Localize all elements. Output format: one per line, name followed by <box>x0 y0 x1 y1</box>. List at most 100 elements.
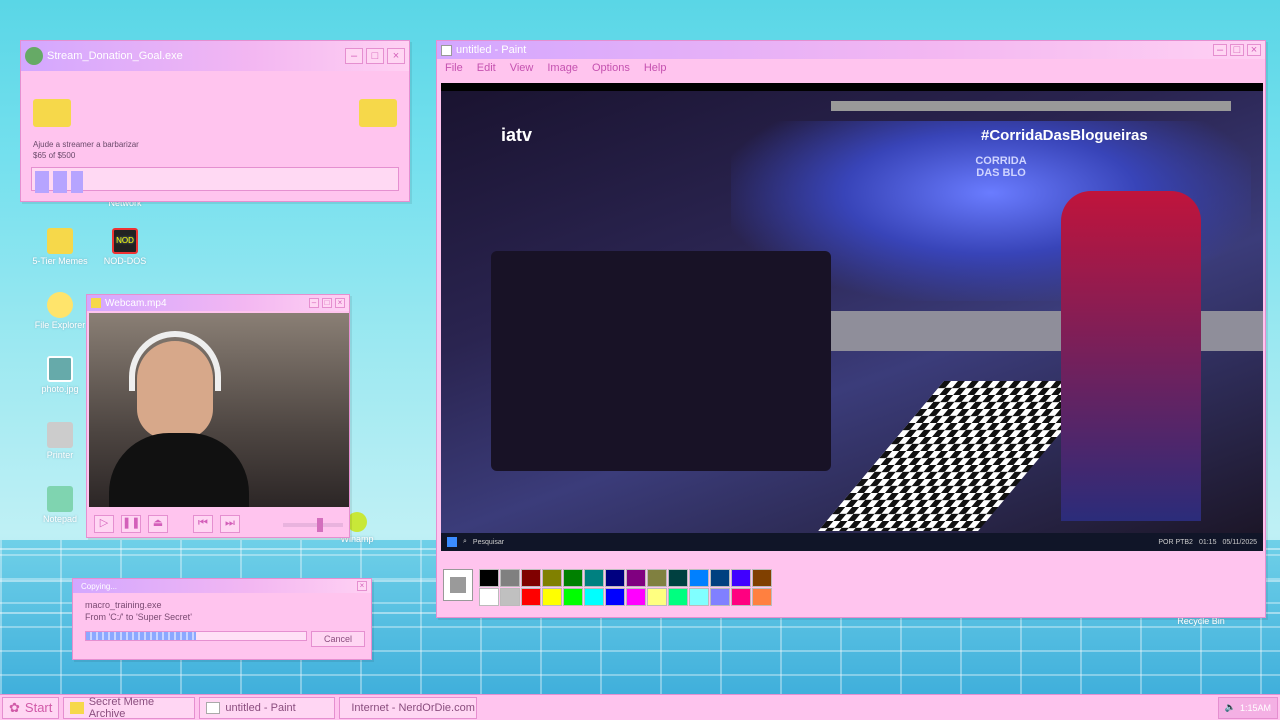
task-label: Secret Meme Archive <box>88 695 155 720</box>
inner-taskbar: ⌕ Pesquisar POR PTB2 01:15 05/11/2025 <box>441 533 1263 551</box>
palette-color-swatch[interactable] <box>689 588 709 606</box>
selected-color-swatch[interactable] <box>443 569 473 601</box>
eject-button[interactable]: ⏏ <box>148 515 168 533</box>
task-label: untitled - Paint <box>225 701 296 714</box>
windows-logo-icon: ✿ <box>9 699 20 715</box>
desktop-icon-label: Notepad <box>42 514 78 524</box>
photo-icon <box>47 356 73 382</box>
palette-color-swatch[interactable] <box>563 569 583 587</box>
paint-canvas[interactable]: iatv #CorridaDasBlogueiras CORRIDA DAS B… <box>441 83 1263 551</box>
next-button[interactable]: ⏭ <box>220 515 240 533</box>
palette-color-swatch[interactable] <box>626 569 646 587</box>
judges-table <box>491 251 831 471</box>
palette-color-swatch[interactable] <box>626 588 646 606</box>
minimize-button[interactable]: – <box>345 48 363 64</box>
palette-color-swatch[interactable] <box>500 569 520 587</box>
menu-view[interactable]: View <box>510 62 534 76</box>
paint-menubar: File Edit View Image Options Help <box>437 59 1265 79</box>
task-secret-meme-archive[interactable]: Secret Meme Archive <box>63 695 196 720</box>
menu-options[interactable]: Options <box>592 62 630 76</box>
close-button[interactable]: × <box>335 298 345 308</box>
desktop-icon-notepad[interactable]: Notepad <box>25 486 95 524</box>
palette-color-swatch[interactable] <box>479 588 499 606</box>
paint-window: untitled - Paint – □ × File Edit View Im… <box>436 40 1266 618</box>
volume-slider[interactable] <box>283 518 343 532</box>
palette-color-swatch[interactable] <box>689 569 709 587</box>
palette-color-swatch[interactable] <box>752 588 772 606</box>
palette-color-swatch[interactable] <box>605 588 625 606</box>
open-folder-icon <box>359 99 397 127</box>
cancel-button[interactable]: Cancel <box>311 631 365 647</box>
maximize-button[interactable]: □ <box>1230 44 1244 56</box>
headphones <box>129 331 221 391</box>
palette-color-swatch[interactable] <box>584 569 604 587</box>
palette-color-swatch[interactable] <box>500 588 520 606</box>
donation-window: Stream_Donation_Goal.exe – □ × Ajude a s… <box>20 40 410 202</box>
paint-titlebar: untitled - Paint – □ × <box>437 41 1265 59</box>
palette-color-swatch[interactable] <box>521 569 541 587</box>
task-internet[interactable]: Internet - NerdOrDie.com <box>339 696 478 719</box>
minimize-button[interactable]: – <box>309 298 319 308</box>
pause-button[interactable]: ❚❚ <box>121 515 141 533</box>
webcam-video <box>89 313 349 507</box>
stream-frame: iatv #CorridaDasBlogueiras CORRIDA DAS B… <box>441 91 1263 533</box>
palette-color-swatch[interactable] <box>731 569 751 587</box>
palette-color-swatch[interactable] <box>752 569 772 587</box>
palette-color-swatch[interactable] <box>584 588 604 606</box>
stream-hashtag: #CorridaDasBlogueiras <box>981 127 1148 144</box>
menu-file[interactable]: File <box>445 62 463 76</box>
minimize-button[interactable]: – <box>1213 44 1227 56</box>
start-button[interactable]: ✿ Start <box>2 696 60 719</box>
maximize-button[interactable]: □ <box>322 298 332 308</box>
desktop-icon-printer[interactable]: Printer <box>25 422 95 460</box>
palette-color-swatch[interactable] <box>668 569 688 587</box>
desktop-icon-label: Printer <box>46 450 74 460</box>
window-title: Copying... <box>81 581 118 591</box>
palette-color-swatch[interactable] <box>563 588 583 606</box>
taskbar: ✿ Start Secret Meme Archive untitled - P… <box>0 694 1280 720</box>
play-button[interactable]: ▷ <box>94 515 114 533</box>
desktop-icon-photo[interactable]: photo.jpg <box>25 356 95 394</box>
close-button[interactable]: × <box>387 48 405 64</box>
menu-edit[interactable]: Edit <box>477 62 496 76</box>
menu-image[interactable]: Image <box>547 62 578 76</box>
palette-color-swatch[interactable] <box>647 588 667 606</box>
desktop-icon-memes[interactable]: 5-Tier Memes <box>25 228 95 266</box>
donation-amount: $65 of $500 <box>33 151 76 160</box>
media-controls: ▷ ❚❚ ⏏ ⏮ ⏭ <box>91 515 240 533</box>
close-button[interactable]: × <box>1247 44 1261 56</box>
speaker-icon[interactable]: 🔈 <box>1225 702 1236 713</box>
palette-color-swatch[interactable] <box>521 588 541 606</box>
webcam-window: Webcam.mp4 – □ × ▷ ❚❚ ⏏ ⏮ ⏭ <box>86 294 350 538</box>
palette-color-swatch[interactable] <box>710 588 730 606</box>
palette-color-swatch[interactable] <box>668 588 688 606</box>
tray-clock: 1:15AM <box>1239 702 1271 713</box>
palette-color-swatch[interactable] <box>542 588 562 606</box>
donation-message: Ajude a streamer a barbarizar <box>33 140 139 149</box>
globe-icon <box>25 47 43 65</box>
color-palette <box>443 569 772 606</box>
palette-color-swatch[interactable] <box>647 569 667 587</box>
palette-color-swatch[interactable] <box>479 569 499 587</box>
close-button[interactable]: × <box>357 581 367 591</box>
palette-color-swatch[interactable] <box>542 569 562 587</box>
copy-file-name: macro_training.exe <box>85 600 162 610</box>
palette-color-swatch[interactable] <box>605 569 625 587</box>
donation-progress-fill <box>35 171 83 193</box>
paint-icon <box>441 44 452 56</box>
task-paint[interactable]: untitled - Paint <box>199 696 336 719</box>
streamer-shirt <box>109 433 249 507</box>
maximize-button[interactable]: □ <box>366 48 384 64</box>
menu-help[interactable]: Help <box>644 62 667 76</box>
previous-button[interactable]: ⏮ <box>193 515 213 533</box>
desktop-icon-nod-dos[interactable]: NOD NOD-DOS <box>90 228 160 266</box>
desktop-icon-file-explorer[interactable]: File Explorer <box>25 292 95 330</box>
volume-thumb[interactable] <box>317 518 323 532</box>
inner-search-label: Pesquisar <box>472 538 505 546</box>
palette-color-swatch[interactable] <box>710 569 730 587</box>
palette-color-swatch[interactable] <box>731 588 751 606</box>
copy-titlebar: Copying... × <box>73 579 371 593</box>
notepad-icon <box>47 486 73 512</box>
desktop-icon-label: photo.jpg <box>41 384 79 394</box>
folder-icon <box>70 701 84 714</box>
